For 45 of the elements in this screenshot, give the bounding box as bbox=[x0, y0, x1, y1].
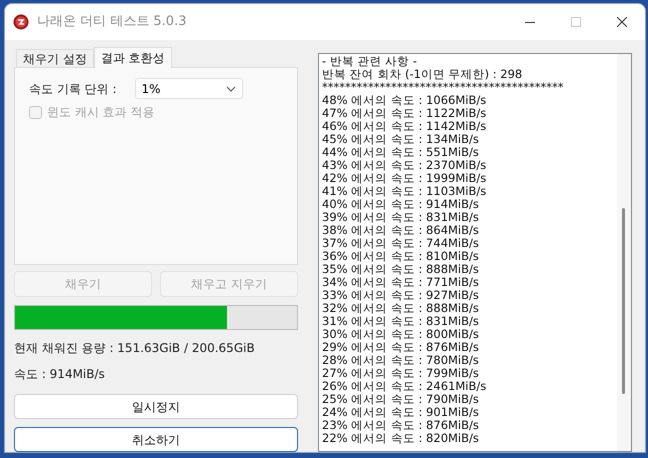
tab[interactable]: 채우기 설정 bbox=[16, 49, 94, 67]
log-line: 35% 에서의 속도 : 888MiB/s bbox=[322, 263, 480, 276]
log-line: 28% 에서의 속도 : 780MiB/s bbox=[322, 354, 480, 367]
tab[interactable]: 결과 호환성 bbox=[94, 47, 172, 68]
log-line: 37% 에서의 속도 : 744MiB/s bbox=[322, 237, 480, 250]
log-line: 31% 에서의 속도 : 831MiB/s bbox=[322, 315, 480, 328]
scrollbar-thumb[interactable] bbox=[622, 208, 625, 394]
log-line: 33% 에서의 속도 : 927MiB/s bbox=[322, 289, 480, 302]
chevron-down-icon bbox=[226, 86, 236, 92]
log-line: 30% 에서의 속도 : 800MiB/s bbox=[322, 328, 480, 341]
log-line: 47% 에서의 속도 : 1122MiB/s bbox=[322, 107, 488, 120]
log-line: 44% 에서의 속도 : 551MiB/s bbox=[322, 146, 480, 159]
log-line: 22% 에서의 속도 : 820MiB/s bbox=[322, 432, 480, 445]
dialog-button[interactable]: 취소하기 bbox=[14, 427, 298, 452]
log-line: 32% 에서의 속도 : 888MiB/s bbox=[322, 302, 480, 315]
log-line: 45% 에서의 속도 : 134MiB/s bbox=[322, 133, 480, 146]
speed-unit-label: 속도 기록 단위 : bbox=[29, 80, 116, 98]
log-line: 46% 에서의 속도 : 1142MiB/s bbox=[322, 120, 488, 133]
log-line: - 반복 관련 사항 - bbox=[322, 55, 418, 68]
log-line: 25% 에서의 속도 : 790MiB/s bbox=[322, 393, 480, 406]
filled-capacity-text: 현재 채워진 용량 : 151.63GiB / 200.65GiB bbox=[14, 340, 256, 357]
close-icon bbox=[617, 17, 627, 27]
log-line: 38% 에서의 속도 : 864MiB/s bbox=[322, 224, 480, 237]
log-line: 48% 에서의 속도 : 1066MiB/s bbox=[322, 94, 488, 107]
speed-unit-dropdown[interactable]: 1% bbox=[134, 78, 242, 99]
cache-effect-label: 윈도 캐시 효과 적용 bbox=[47, 104, 154, 121]
log-line: 27% 에서의 속도 : 799MiB/s bbox=[322, 367, 480, 380]
log-line: 26% 에서의 속도 : 2461MiB/s bbox=[322, 380, 488, 393]
app-logo-icon bbox=[13, 14, 29, 30]
log-line: 39% 에서의 속도 : 831MiB/s bbox=[322, 211, 480, 224]
log-line: 41% 에서의 속도 : 1103MiB/s bbox=[322, 185, 488, 198]
log-line: 24% 에서의 속도 : 901MiB/s bbox=[322, 406, 480, 419]
log-line: ****************************************** bbox=[322, 81, 564, 94]
log-line: 34% 에서의 속도 : 771MiB/s bbox=[322, 276, 480, 289]
log-line: 36% 에서의 속도 : 810MiB/s bbox=[322, 250, 480, 263]
window-title: 나래온 더티 테스트 5.0.3 bbox=[37, 13, 186, 32]
log-line: 40% 에서의 속도 : 914MiB/s bbox=[322, 198, 480, 211]
log-line: 29% 에서의 속도 : 876MiB/s bbox=[322, 341, 480, 354]
speed-text: 속도 : 914MiB/s bbox=[14, 366, 106, 383]
log-line: 반복 잔여 회차 (-1이면 무제한) : 298 bbox=[322, 68, 524, 81]
maximize-icon bbox=[571, 17, 581, 27]
log-line: 23% 에서의 속도 : 876MiB/s bbox=[322, 419, 480, 432]
log-line: 42% 에서의 속도 : 1999MiB/s bbox=[322, 172, 488, 185]
dialog-button[interactable]: 일시정지 bbox=[14, 394, 298, 419]
log-line: 43% 에서의 속도 : 2370MiB/s bbox=[322, 159, 488, 172]
